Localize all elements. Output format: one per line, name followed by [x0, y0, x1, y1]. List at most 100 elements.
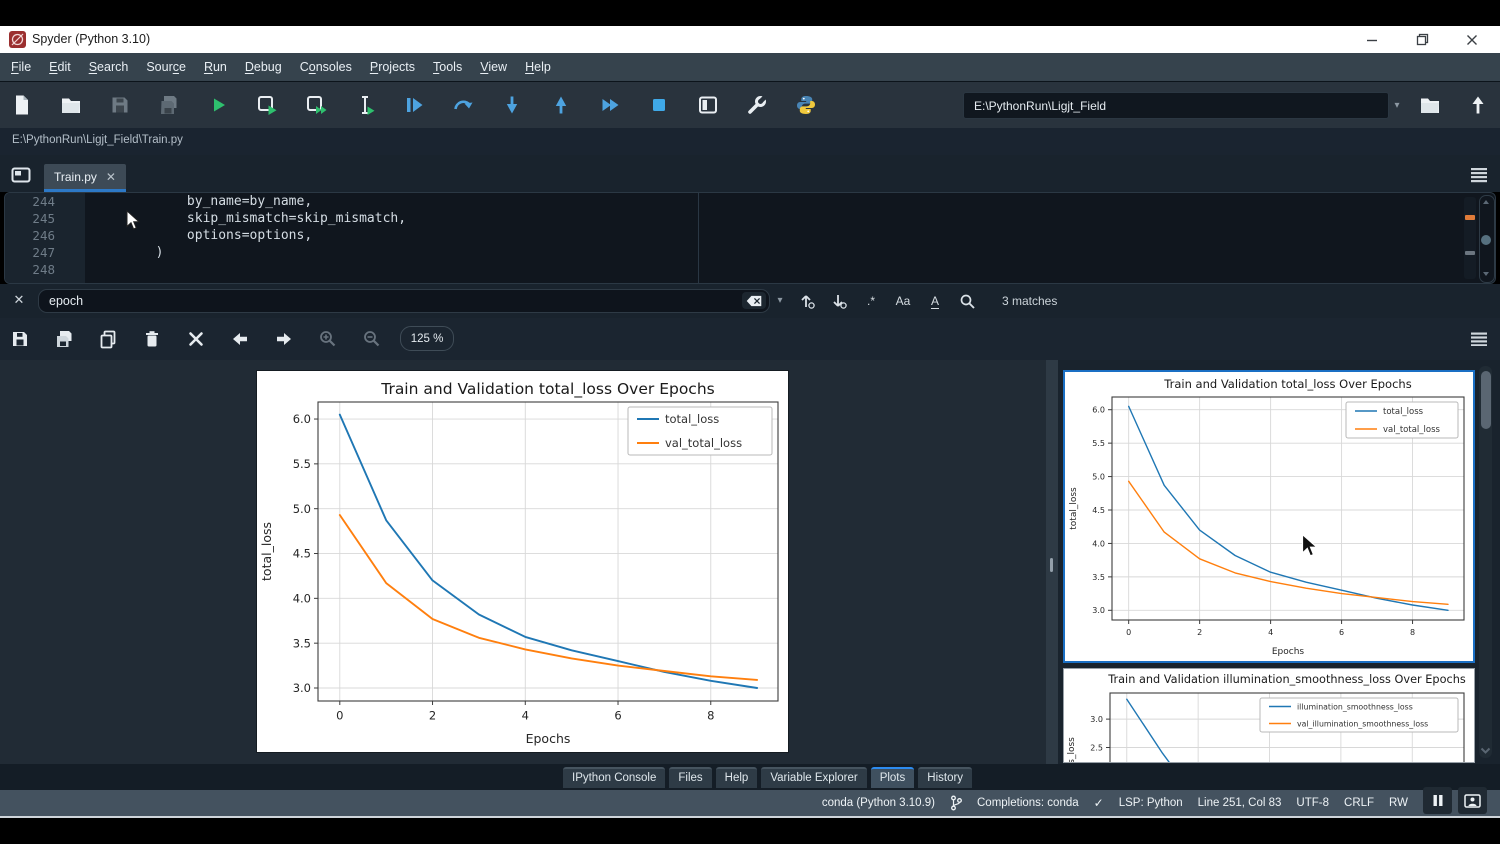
menu-item-run[interactable]: Run — [195, 60, 236, 74]
pane-splitter[interactable] — [1046, 360, 1058, 764]
thumbnails-scrollbar[interactable] — [1479, 366, 1492, 758]
remove-all-plots-button[interactable] — [186, 329, 206, 349]
step-into-button[interactable] — [500, 93, 524, 117]
find-history-dropdown-icon[interactable]: ▾ — [772, 292, 788, 309]
minimize-button[interactable] — [1349, 26, 1395, 53]
stop-button[interactable] — [647, 93, 671, 117]
menu-item-tools[interactable]: Tools — [424, 60, 471, 74]
svg-text:5.5: 5.5 — [293, 457, 311, 471]
regex-toggle[interactable]: .* — [858, 289, 884, 313]
menu-item-debug[interactable]: Debug — [236, 60, 291, 74]
python-path-button[interactable] — [794, 93, 818, 117]
tab-train-py[interactable]: Train.py ✕ — [44, 164, 126, 192]
pane-tab-history[interactable]: History — [918, 767, 972, 788]
menubar: FileEditSearchSourceRunDebugConsolesProj… — [0, 53, 1500, 82]
find-input[interactable] — [38, 289, 770, 313]
find-next-button[interactable] — [826, 289, 852, 313]
plots-options-menu-icon[interactable] — [1466, 327, 1492, 350]
next-plot-button[interactable] — [274, 329, 294, 349]
svg-text:illumination_smoothness_loss: illumination_smoothness_loss — [1067, 737, 1077, 763]
step-return-button[interactable] — [549, 93, 573, 117]
code-area[interactable]: by_name=by_name, skip_mismatch=skip_mism… — [93, 193, 1455, 283]
copy-plot-button[interactable] — [98, 329, 118, 349]
menu-item-edit[interactable]: Edit — [40, 60, 80, 74]
svg-text:2: 2 — [429, 709, 436, 723]
maximize-pane-button[interactable] — [696, 93, 720, 117]
save-all-plots-button[interactable] — [54, 329, 74, 349]
close-button[interactable] — [1449, 26, 1495, 53]
zoom-in-button[interactable] — [318, 329, 338, 349]
whole-words-toggle[interactable]: A — [922, 289, 948, 313]
svg-text:illumination_smoothness_loss: illumination_smoothness_loss — [1297, 702, 1413, 711]
working-directory-value: E:\PythonRun\Ligjt_Field — [964, 99, 1106, 113]
menu-item-help[interactable]: Help — [516, 60, 560, 74]
svg-text:Epochs: Epochs — [526, 731, 571, 746]
zoom-out-button[interactable] — [362, 329, 382, 349]
save-all-button[interactable] — [157, 93, 181, 117]
thumbnail-total-loss[interactable]: 024683.03.54.04.55.05.56.0Train and Vali… — [1063, 370, 1475, 663]
tab-close-icon[interactable]: ✕ — [106, 170, 116, 184]
zoom-level-value: 125 % — [411, 333, 444, 345]
code-line[interactable]: skip_mismatch=skip_mismatch, — [93, 210, 1455, 227]
pane-tab-plots[interactable]: Plots — [871, 767, 915, 788]
continue-button[interactable] — [598, 93, 622, 117]
menu-item-view[interactable]: View — [471, 60, 516, 74]
svg-text:8: 8 — [1410, 628, 1415, 637]
editor-scrollbar[interactable] — [1479, 195, 1495, 283]
pane-tab-variable-explorer[interactable]: Variable Explorer — [761, 767, 866, 788]
restore-button[interactable] — [1399, 26, 1445, 53]
menu-item-search[interactable]: Search — [80, 60, 138, 74]
menu-item-consoles[interactable]: Consoles — [291, 60, 361, 74]
run-button[interactable] — [206, 93, 230, 117]
run-cell-advance-button[interactable] — [304, 93, 328, 117]
find-clear-icon[interactable] — [742, 292, 766, 309]
workdir-up-button[interactable] — [1466, 93, 1490, 117]
previous-plot-button[interactable] — [230, 329, 250, 349]
zoom-level-indicator[interactable]: 125 % — [400, 326, 454, 351]
run-cell-button[interactable] — [255, 93, 279, 117]
browse-workdir-button[interactable] — [1418, 93, 1442, 117]
search-icon[interactable] — [954, 289, 980, 313]
code-editor[interactable]: 244245246247248 by_name=by_name, skip_mi… — [4, 192, 1496, 284]
status-completions: Completions: conda — [977, 797, 1079, 809]
preferences-wrench-button[interactable] — [745, 93, 769, 117]
pause-button[interactable] — [1423, 787, 1452, 814]
file-path-bar: E:\PythonRun\Ligjt_Field\Train.py — [0, 128, 1500, 156]
thumbnail-illumination-smoothness-loss[interactable]: 024682.53.0Train and Validation illumina… — [1063, 668, 1475, 763]
status-permissions: RW — [1389, 797, 1408, 809]
case-sensitive-toggle[interactable]: Aa — [890, 289, 916, 313]
line-number: 244 — [5, 193, 85, 210]
browse-tabs-button[interactable] — [8, 163, 34, 186]
working-directory-combobox[interactable]: E:\PythonRun\Ligjt_Field — [963, 92, 1389, 119]
debug-file-button[interactable] — [402, 93, 426, 117]
menu-item-file[interactable]: File — [2, 60, 40, 74]
code-line[interactable] — [93, 261, 1455, 278]
menu-item-projects[interactable]: Projects — [361, 60, 424, 74]
workdir-dropdown-icon[interactable]: ▾ — [1388, 92, 1406, 119]
save-button[interactable] — [108, 93, 132, 117]
scrollbar-down-icon[interactable] — [1480, 747, 1491, 755]
open-file-button[interactable] — [59, 93, 83, 117]
editor-options-menu-icon[interactable] — [1466, 163, 1492, 186]
step-over-button[interactable] — [451, 93, 475, 117]
find-close-button[interactable]: ✕ — [10, 291, 28, 309]
svg-text:val_total_loss: val_total_loss — [665, 436, 742, 450]
screen-share-button[interactable] — [1458, 787, 1487, 814]
statusbar: conda (Python 3.10.9) Completions: conda… — [0, 790, 1500, 818]
menu-item-source[interactable]: Source — [137, 60, 195, 74]
find-previous-button[interactable] — [794, 289, 820, 313]
pane-tab-files[interactable]: Files — [669, 767, 711, 788]
code-line[interactable]: ) — [93, 244, 1455, 261]
remove-plot-button[interactable] — [142, 329, 162, 349]
splitter-handle[interactable] — [1050, 558, 1053, 572]
code-line[interactable]: options=options, — [93, 227, 1455, 244]
pane-tab-ipython-console[interactable]: IPython Console — [563, 767, 665, 788]
svg-text:Train and Validation total_los: Train and Validation total_loss Over Epo… — [1163, 377, 1411, 391]
save-plot-button[interactable] — [10, 329, 30, 349]
pane-tab-help[interactable]: Help — [716, 767, 758, 788]
new-file-button[interactable] — [10, 93, 34, 117]
code-line[interactable]: by_name=by_name, — [93, 193, 1455, 210]
window-title: Spyder (Python 3.10) — [32, 32, 150, 46]
run-selection-button[interactable] — [353, 93, 377, 117]
scrollbar-thumb[interactable] — [1481, 371, 1491, 429]
